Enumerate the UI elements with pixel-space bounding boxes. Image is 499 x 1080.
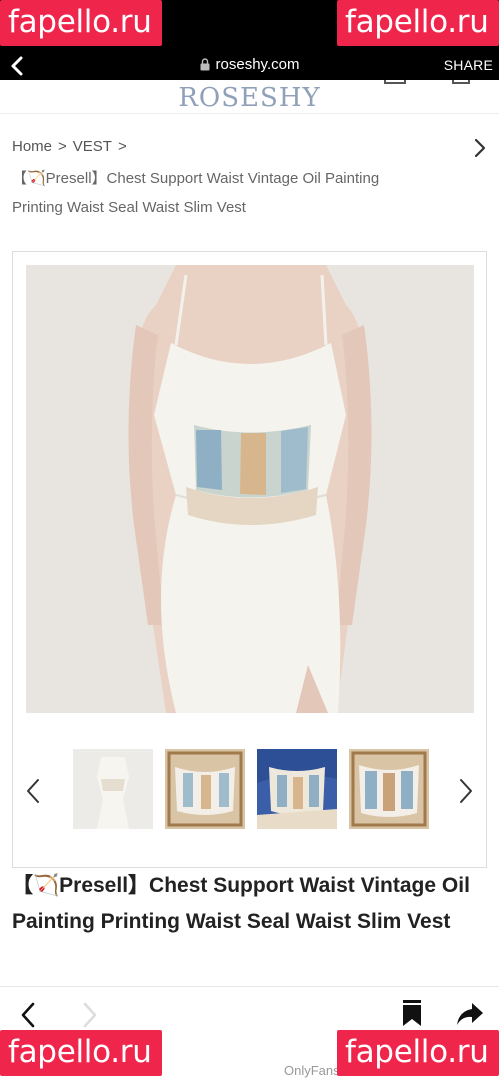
thumbnail-4[interactable] xyxy=(349,749,429,829)
thumbnail-2[interactable] xyxy=(165,749,245,829)
breadcrumb-home[interactable]: Home xyxy=(12,138,52,155)
share-arrow-icon[interactable] xyxy=(456,1001,484,1027)
watermark-top-right: fapello.ru xyxy=(337,0,499,46)
thumbnail-image xyxy=(73,749,153,829)
forward-icon[interactable] xyxy=(80,1001,100,1029)
gallery-prev-icon[interactable] xyxy=(25,778,41,804)
product-photo xyxy=(26,265,474,713)
thumbnail-strip xyxy=(73,749,433,829)
watermark-bottom-left: fapello.ru xyxy=(0,1030,162,1076)
chevron-right-icon[interactable] xyxy=(473,138,487,158)
product-title: 【🏹Presell】Chest Support Waist Vintage Oi… xyxy=(12,874,470,933)
thumbnail-image xyxy=(165,749,245,829)
onlyfans-watermark: OnlyFans xyxy=(284,1063,340,1078)
thumbnail-3[interactable] xyxy=(257,749,337,829)
watermark-top-left: fapello.ru xyxy=(0,0,162,46)
lock-icon xyxy=(200,58,210,71)
product-gallery xyxy=(12,251,487,868)
site-logo[interactable]: ROSESHY xyxy=(0,83,499,113)
breadcrumb: Home > VEST > xyxy=(12,138,133,155)
breadcrumb-separator: > xyxy=(117,138,127,155)
product-main-image[interactable] xyxy=(26,265,474,713)
back-icon[interactable] xyxy=(18,1001,38,1029)
thumbnail-1[interactable] xyxy=(73,749,153,829)
url-bar[interactable]: roseshy.com xyxy=(0,56,499,73)
breadcrumb-category[interactable]: VEST xyxy=(73,138,112,155)
watermark-bottom-right: fapello.ru xyxy=(337,1030,499,1076)
thumbnail-image xyxy=(257,749,337,829)
bookmark-icon[interactable] xyxy=(402,999,422,1027)
breadcrumb-current-title: 【🏹Presell】Chest Support Waist Vintage Oi… xyxy=(12,170,380,216)
share-link[interactable]: SHARE xyxy=(444,57,493,73)
gallery-next-icon[interactable] xyxy=(458,778,474,804)
breadcrumb-separator: > xyxy=(58,138,67,155)
url-text: roseshy.com xyxy=(215,56,300,73)
site-header: ROSESHY xyxy=(0,80,499,114)
thumbnail-image xyxy=(349,749,429,829)
